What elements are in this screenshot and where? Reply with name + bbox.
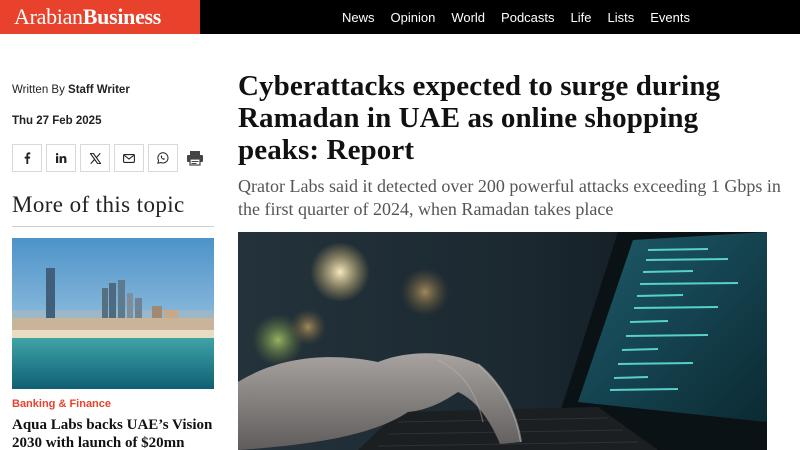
logo-text-bold: Business bbox=[82, 4, 162, 29]
share-bar bbox=[12, 144, 212, 172]
byline: Written By Staff Writer bbox=[12, 84, 130, 96]
logo-text-light: Arabian bbox=[14, 4, 83, 29]
email-icon bbox=[123, 153, 135, 163]
hero-image bbox=[238, 232, 767, 450]
share-email-button[interactable] bbox=[114, 144, 144, 172]
print-icon bbox=[187, 151, 203, 166]
skyline-photo bbox=[12, 238, 214, 389]
whatsapp-icon bbox=[157, 152, 169, 164]
x-icon bbox=[89, 152, 101, 164]
nav-item-opinion[interactable]: Opinion bbox=[391, 10, 436, 25]
nav-item-news[interactable]: News bbox=[342, 10, 375, 25]
nav-item-events[interactable]: Events bbox=[650, 10, 690, 25]
article-headline: Cyberattacks expected to surge during Ra… bbox=[238, 70, 721, 166]
nav-item-life[interactable]: Life bbox=[571, 10, 592, 25]
share-x-button[interactable] bbox=[80, 144, 110, 172]
related-article-image[interactable] bbox=[12, 238, 214, 389]
related-article-title[interactable]: Aqua Labs backs UAE’s Vision 2030 with l… bbox=[12, 416, 217, 450]
top-nav-bar: Arabian Business News Opinion World Podca… bbox=[0, 0, 800, 34]
article-subhead: Qrator Labs said it detected over 200 po… bbox=[238, 176, 781, 219]
share-linkedin-button[interactable] bbox=[46, 144, 76, 172]
main-nav: News Opinion World Podcasts Life Lists E… bbox=[342, 0, 706, 34]
related-category[interactable]: Banking & Finance bbox=[12, 398, 111, 410]
divider bbox=[12, 226, 214, 227]
nav-item-podcasts[interactable]: Podcasts bbox=[501, 10, 554, 25]
nav-item-world[interactable]: World bbox=[451, 10, 485, 25]
byline-prefix: Written By bbox=[12, 84, 65, 96]
share-whatsapp-button[interactable] bbox=[148, 144, 178, 172]
linkedin-icon bbox=[55, 153, 66, 163]
publish-date: Thu 27 Feb 2025 bbox=[12, 115, 102, 127]
site-logo[interactable]: Arabian Business bbox=[0, 0, 200, 34]
nav-item-lists[interactable]: Lists bbox=[608, 10, 635, 25]
share-print-button[interactable] bbox=[182, 144, 208, 172]
facebook-icon bbox=[24, 152, 31, 164]
share-facebook-button[interactable] bbox=[12, 144, 42, 172]
more-topic-heading: More of this topic bbox=[12, 192, 185, 217]
laptop-hacker-photo bbox=[238, 232, 767, 450]
author-name[interactable]: Staff Writer bbox=[68, 84, 130, 96]
